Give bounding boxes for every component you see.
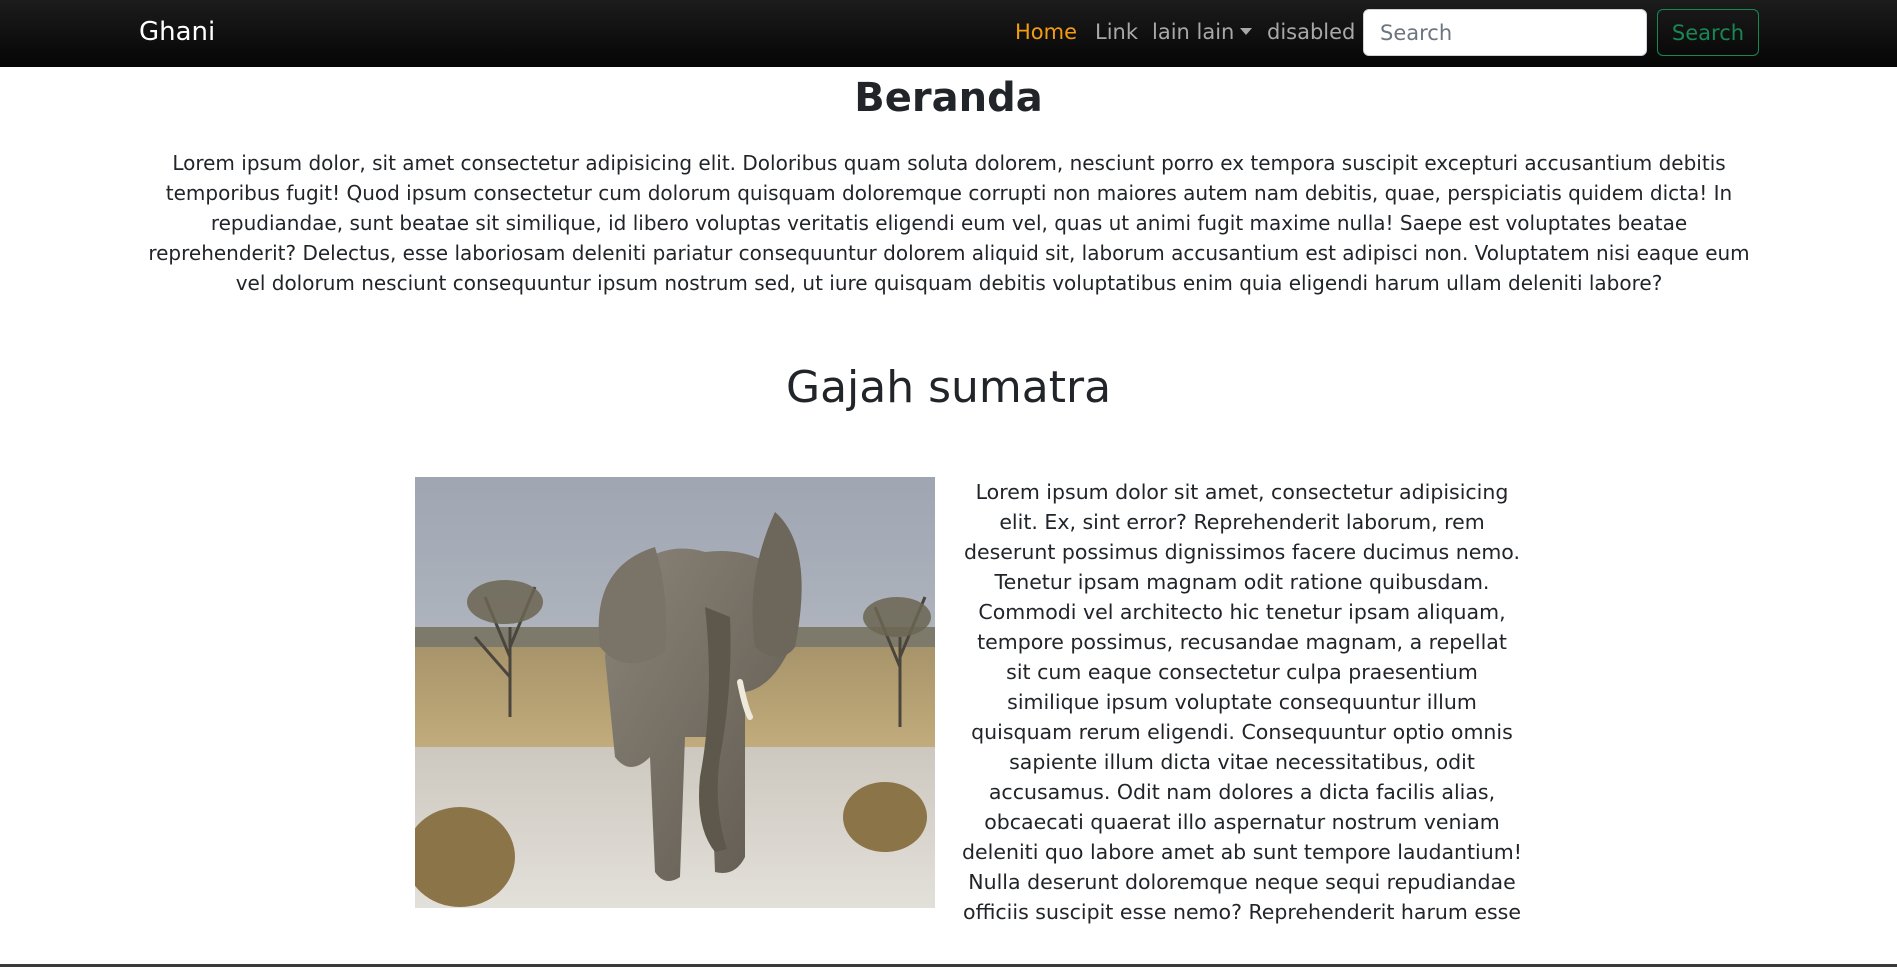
nav-link-link[interactable]: Link <box>1095 14 1138 50</box>
search-button[interactable]: Search <box>1657 9 1759 56</box>
nav-link-home[interactable]: Home <box>1015 14 1077 50</box>
elephant-photo <box>415 477 935 908</box>
intro-paragraph: Lorem ipsum dolor, sit amet consectetur … <box>148 151 1750 295</box>
nav-link-disabled: disabled <box>1267 20 1356 44</box>
brand-link[interactable]: Ghani <box>139 14 215 50</box>
chevron-down-icon <box>1240 27 1253 35</box>
nav-dropdown-lain-lain[interactable]: lain lain <box>1152 14 1253 50</box>
section-paragraph: Lorem ipsum dolor sit amet, consectetur … <box>962 480 1522 924</box>
section-title: Gajah sumatra <box>785 362 1112 413</box>
top-navbar: Ghani Home Link lain lain disabled Searc… <box>0 0 1897 67</box>
nav-dropdown-label: lain lain <box>1152 20 1235 44</box>
search-input[interactable] <box>1363 9 1647 56</box>
page-title: Beranda <box>854 75 1043 121</box>
elephant-image <box>415 477 935 908</box>
